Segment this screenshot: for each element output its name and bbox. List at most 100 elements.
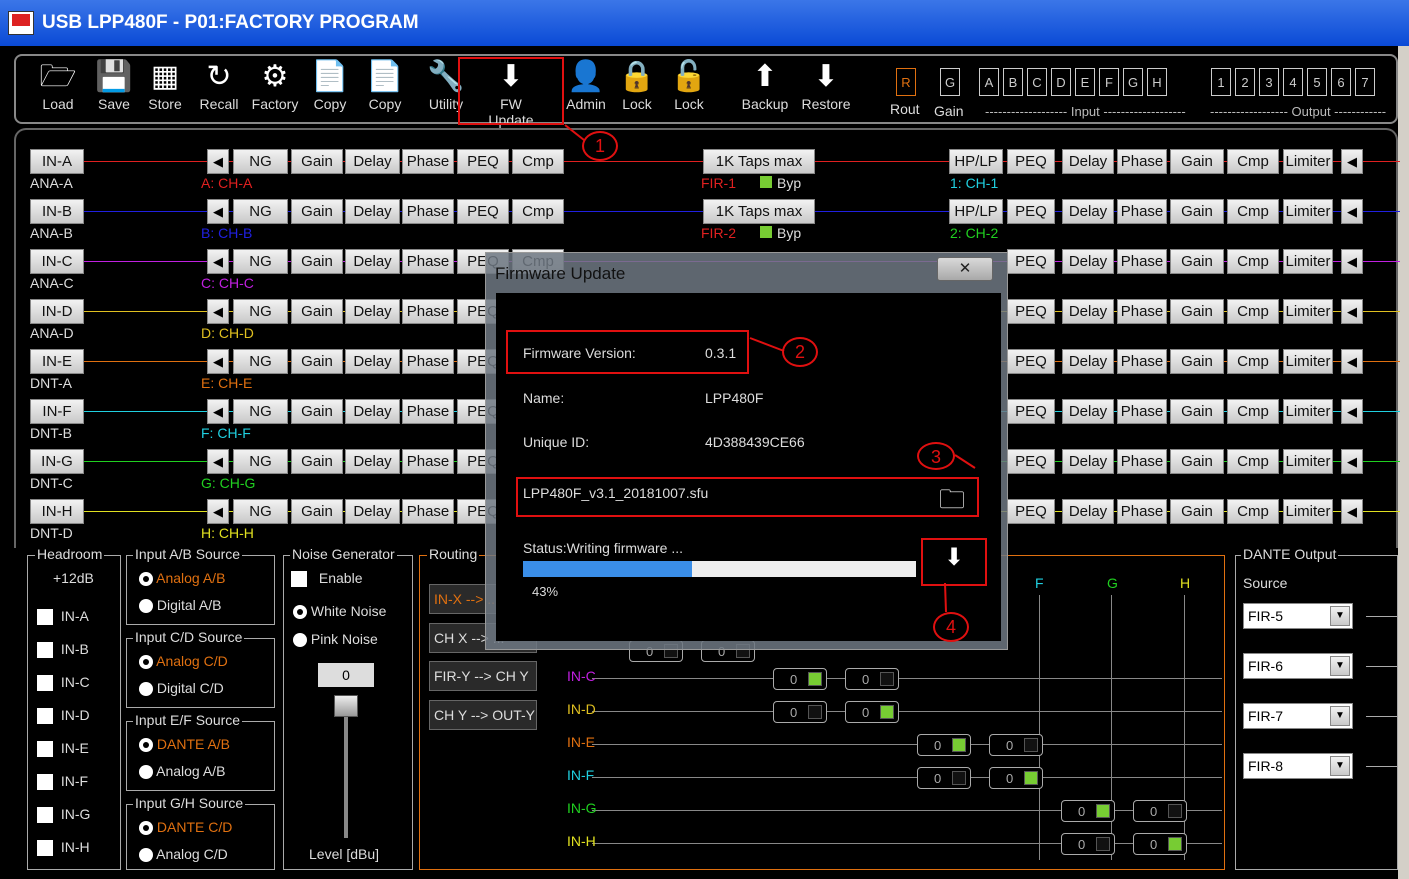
source-radio[interactable] bbox=[139, 682, 153, 697]
source-radio[interactable] bbox=[139, 572, 153, 587]
headroom-in-h[interactable]: IN-H bbox=[37, 839, 90, 857]
out-phase-button[interactable]: Phase bbox=[1117, 449, 1167, 474]
matrix-cell[interactable]: 0 bbox=[1061, 800, 1115, 822]
input-toggle-G[interactable]: G bbox=[1123, 68, 1143, 96]
input-button-4[interactable]: IN-D bbox=[30, 299, 84, 324]
mute-input-icon[interactable]: ◀ bbox=[207, 499, 229, 524]
headroom-checkbox[interactable] bbox=[37, 741, 53, 758]
input-button-8[interactable]: IN-H bbox=[30, 499, 84, 524]
source-radio[interactable] bbox=[139, 599, 153, 614]
proc-phase-button[interactable]: Phase bbox=[402, 199, 454, 224]
out-peq-button[interactable]: PEQ bbox=[1007, 299, 1055, 324]
out-cmp-button[interactable]: Cmp bbox=[1227, 399, 1279, 424]
proc-cmp-button[interactable]: Cmp bbox=[512, 149, 564, 174]
out-cmp-button[interactable]: Cmp bbox=[1227, 449, 1279, 474]
headroom-checkbox[interactable] bbox=[37, 675, 53, 692]
mute-output-icon[interactable]: ◀ bbox=[1341, 299, 1363, 324]
dialog-close-button[interactable]: ✕ bbox=[937, 257, 993, 281]
input-toggle-F[interactable]: F bbox=[1099, 68, 1119, 96]
proc-ng-button[interactable]: NG bbox=[233, 449, 288, 474]
matrix-cell[interactable]: 0 bbox=[773, 701, 827, 723]
proc-gain-button[interactable]: Gain bbox=[291, 449, 343, 474]
output-toggle-5[interactable]: 5 bbox=[1307, 68, 1327, 96]
mute-input-icon[interactable]: ◀ bbox=[207, 149, 229, 174]
proc-ng-button[interactable]: NG bbox=[233, 149, 288, 174]
chevron-down-icon[interactable]: ▼ bbox=[1330, 656, 1350, 676]
source-option-1[interactable]: DANTE A/B bbox=[139, 736, 230, 753]
dante-source-select-3[interactable]: FIR-7 ▼ bbox=[1243, 703, 1353, 729]
source-radio[interactable] bbox=[139, 765, 153, 780]
headroom-checkbox[interactable] bbox=[37, 840, 53, 857]
mute-input-icon[interactable]: ◀ bbox=[207, 449, 229, 474]
out-cmp-button[interactable]: Cmp bbox=[1227, 499, 1279, 524]
input-button-5[interactable]: IN-E bbox=[30, 349, 84, 374]
iap-chip-icon[interactable]: ⬇ bbox=[933, 543, 975, 581]
gain-toggle[interactable]: G bbox=[940, 68, 960, 96]
out-phase-button[interactable]: Phase bbox=[1117, 349, 1167, 374]
headroom-checkbox[interactable] bbox=[37, 708, 53, 725]
proc-delay-button[interactable]: Delay bbox=[345, 349, 400, 374]
proc-gain-button[interactable]: Gain bbox=[291, 149, 343, 174]
matrix-cell-checkbox[interactable] bbox=[880, 672, 894, 686]
mute-output-icon[interactable]: ◀ bbox=[1341, 399, 1363, 424]
input-toggle-E[interactable]: E bbox=[1075, 68, 1095, 96]
matrix-cell-checkbox[interactable] bbox=[808, 705, 822, 719]
out-gain-button[interactable]: Gain bbox=[1170, 199, 1224, 224]
out-limiter-button[interactable]: Limiter bbox=[1283, 199, 1333, 224]
source-option-2[interactable]: Digital C/D bbox=[139, 680, 224, 697]
source-radio[interactable] bbox=[139, 821, 153, 836]
matrix-cell[interactable]: 0 bbox=[989, 734, 1043, 756]
out-phase-button[interactable]: Phase bbox=[1117, 399, 1167, 424]
out-phase-button[interactable]: Phase bbox=[1117, 299, 1167, 324]
source-option-1[interactable]: Analog C/D bbox=[139, 653, 228, 670]
proc-ng-button[interactable]: NG bbox=[233, 349, 288, 374]
headroom-in-d[interactable]: IN-D bbox=[37, 707, 90, 725]
bypass-checkbox[interactable]: Byp bbox=[760, 175, 801, 191]
input-toggle-A[interactable]: A bbox=[979, 68, 999, 96]
out-delay-button[interactable]: Delay bbox=[1062, 199, 1114, 224]
out-limiter-button[interactable]: Limiter bbox=[1283, 149, 1333, 174]
proc-phase-button[interactable]: Phase bbox=[402, 449, 454, 474]
output-toggle-2[interactable]: 2 bbox=[1235, 68, 1255, 96]
out-delay-button[interactable]: Delay bbox=[1062, 449, 1114, 474]
headroom-in-g[interactable]: IN-G bbox=[37, 806, 90, 824]
proc-peq-button[interactable]: PEQ bbox=[457, 149, 509, 174]
proc-phase-button[interactable]: Phase bbox=[402, 499, 454, 524]
input-button-6[interactable]: IN-F bbox=[30, 399, 84, 424]
mute-output-icon[interactable]: ◀ bbox=[1341, 249, 1363, 274]
out-gain-button[interactable]: Gain bbox=[1170, 349, 1224, 374]
out-phase-button[interactable]: Phase bbox=[1117, 149, 1167, 174]
input-button-7[interactable]: IN-G bbox=[30, 449, 84, 474]
bypass-checkbox[interactable]: Byp bbox=[760, 225, 801, 241]
output-toggle-7[interactable]: 7 bbox=[1355, 68, 1375, 96]
routing-mode-button-3[interactable]: FIR-Y --> CH Y bbox=[429, 661, 537, 691]
mute-output-icon[interactable]: ◀ bbox=[1341, 499, 1363, 524]
proc-delay-button[interactable]: Delay bbox=[345, 249, 400, 274]
matrix-cell[interactable]: 0 bbox=[917, 734, 971, 756]
matrix-cell-checkbox[interactable] bbox=[808, 672, 822, 686]
out-limiter-button[interactable]: Limiter bbox=[1283, 399, 1333, 424]
proc-delay-button[interactable]: Delay bbox=[345, 449, 400, 474]
proc-phase-button[interactable]: Phase bbox=[402, 149, 454, 174]
mute-input-icon[interactable]: ◀ bbox=[207, 299, 229, 324]
matrix-cell[interactable]: 0 bbox=[773, 668, 827, 690]
proc-ng-button[interactable]: NG bbox=[233, 399, 288, 424]
matrix-cell[interactable]: 0 bbox=[1133, 800, 1187, 822]
output-toggle-6[interactable]: 6 bbox=[1331, 68, 1351, 96]
headroom-checkbox[interactable] bbox=[37, 774, 53, 791]
mute-output-icon[interactable]: ◀ bbox=[1341, 149, 1363, 174]
out-gain-button[interactable]: Gain bbox=[1170, 149, 1224, 174]
chevron-down-icon[interactable]: ▼ bbox=[1330, 706, 1350, 726]
proc-gain-button[interactable]: Gain bbox=[291, 349, 343, 374]
matrix-cell[interactable]: 0 bbox=[845, 701, 899, 723]
headroom-in-a[interactable]: IN-A bbox=[37, 608, 89, 626]
headroom-checkbox[interactable] bbox=[37, 609, 53, 626]
out-delay-button[interactable]: Delay bbox=[1062, 399, 1114, 424]
toolbar-restore-button[interactable]: ⬇ Restore bbox=[791, 58, 861, 112]
out-cmp-button[interactable]: Cmp bbox=[1227, 249, 1279, 274]
out-peq-button[interactable]: PEQ bbox=[1007, 349, 1055, 374]
out-cmp-button[interactable]: Cmp bbox=[1227, 149, 1279, 174]
noise-enable[interactable]: Enable bbox=[291, 570, 362, 588]
chevron-down-icon[interactable]: ▼ bbox=[1330, 606, 1350, 626]
input-toggle-D[interactable]: D bbox=[1051, 68, 1071, 96]
